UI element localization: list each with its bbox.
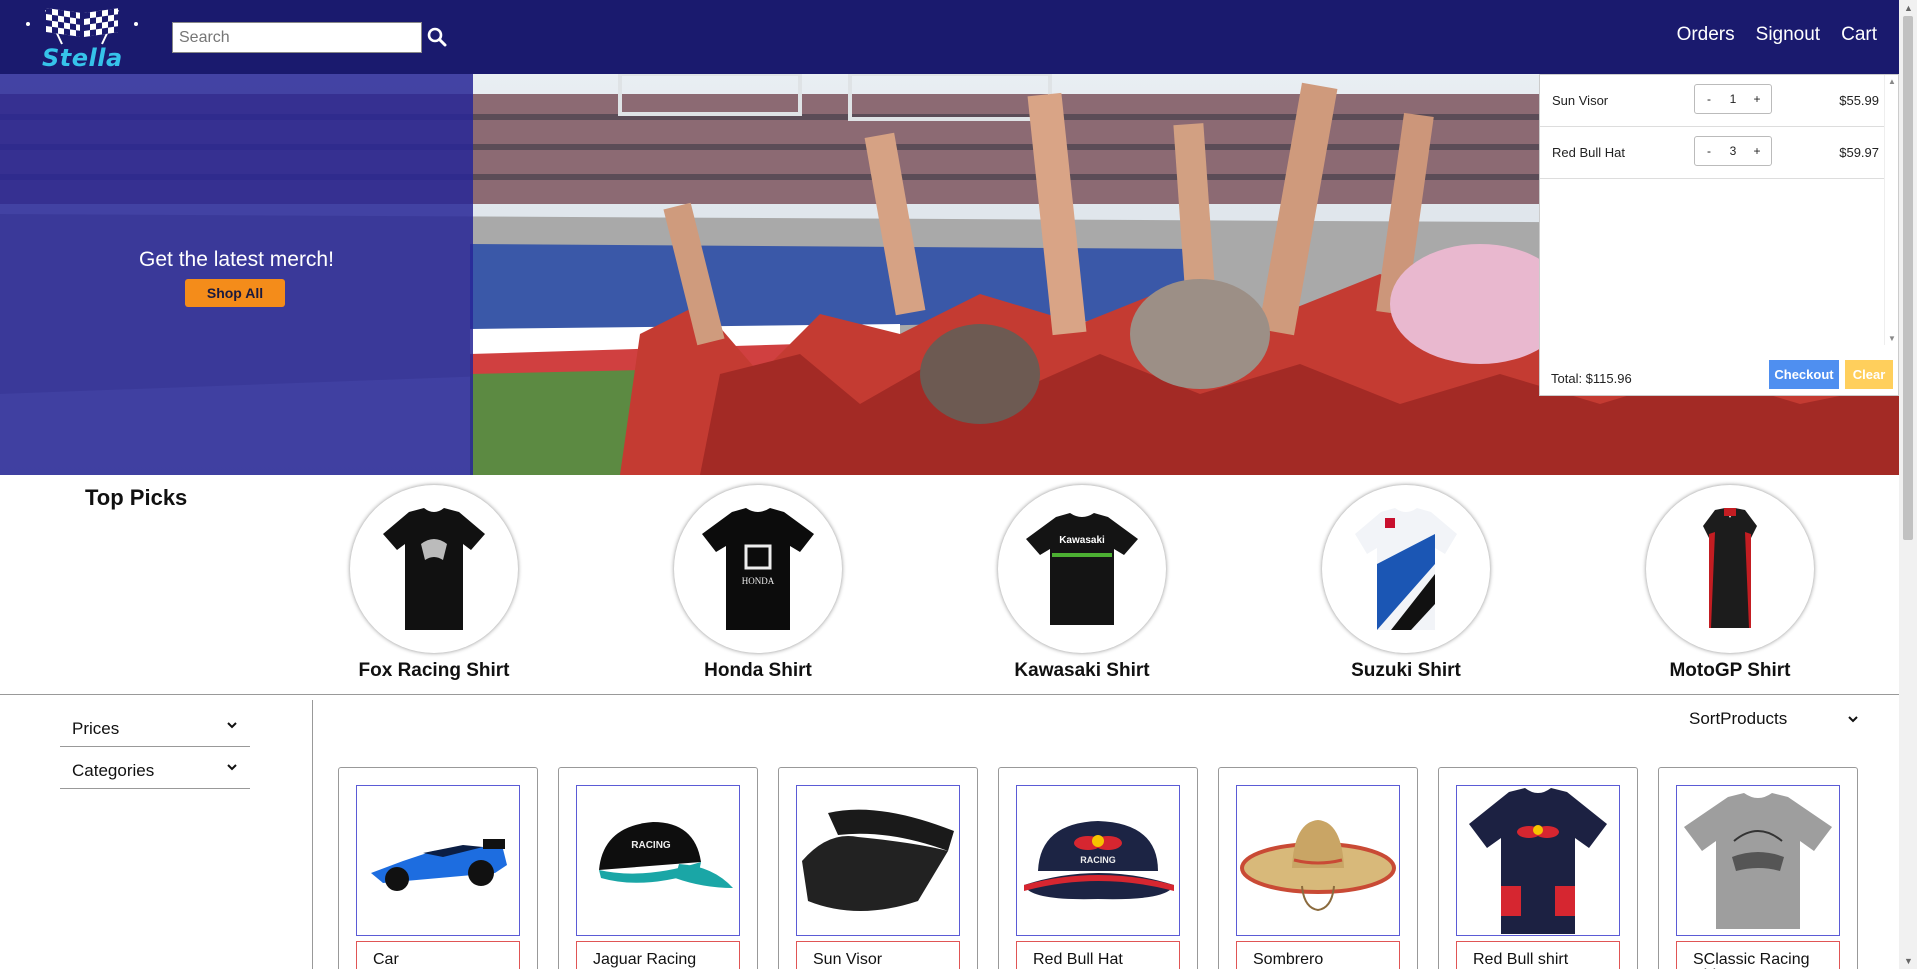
brand-logo[interactable]: Stella xyxy=(22,4,142,72)
quantity-stepper: - 3 + xyxy=(1694,136,1772,166)
sclassic-racing-shirt-icon[interactable] xyxy=(1676,785,1840,936)
scroll-down-arrow-icon[interactable]: ▼ xyxy=(1904,956,1913,966)
hero-overlay xyxy=(0,74,473,475)
checkout-button[interactable]: Checkout xyxy=(1769,360,1839,389)
brand-name: Stella xyxy=(42,44,123,72)
prices-filter-dropdown[interactable]: Prices xyxy=(60,707,250,747)
nav-cart-link[interactable]: Cart xyxy=(1841,24,1877,46)
top-picks-heading: Top Picks xyxy=(85,485,188,510)
red-bull-shirt-icon[interactable] xyxy=(1456,785,1620,936)
product-card[interactable]: Red Bull shirt xyxy=(1438,767,1638,969)
top-pick-label: Honda Shirt xyxy=(704,660,812,681)
quantity-value: 1 xyxy=(1729,92,1737,106)
cart-item-price: $59.97 xyxy=(1839,145,1879,160)
top-pick-item[interactable]: Suzuki Shirt xyxy=(1296,485,1516,682)
product-name: Sun Visor xyxy=(796,941,960,969)
search-button[interactable] xyxy=(425,24,449,50)
kawasaki-shirt-icon[interactable]: Kawasaki xyxy=(998,485,1166,653)
decrement-button[interactable]: - xyxy=(1700,92,1718,106)
top-pick-label: MotoGP Shirt xyxy=(1669,660,1791,681)
product-card[interactable]: RACING Red Bull Hat xyxy=(998,767,1198,969)
quantity-stepper: - 1 + xyxy=(1694,84,1772,114)
chevron-down-icon xyxy=(227,722,237,729)
fox-shirt-icon[interactable] xyxy=(350,485,518,653)
categories-filter-dropdown[interactable]: Categories xyxy=(60,749,250,789)
cart-item-price: $55.99 xyxy=(1839,93,1879,108)
nav-orders-link[interactable]: Orders xyxy=(1677,24,1735,46)
sort-products-label: SortProducts xyxy=(1689,709,1788,728)
top-pick-label: Kawasaki Shirt xyxy=(1014,660,1150,681)
decrement-button[interactable]: - xyxy=(1700,144,1718,158)
clear-cart-button[interactable]: Clear xyxy=(1845,360,1893,389)
shop-all-button[interactable]: Shop All xyxy=(185,279,285,307)
top-pick-item[interactable]: Fox Racing Shirt xyxy=(324,485,544,682)
cart-item: Red Bull Hat - 3 + $59.97 xyxy=(1540,127,1885,179)
cart-item-name: Sun Visor xyxy=(1552,93,1609,108)
top-pick-label: Fox Racing Shirt xyxy=(358,660,510,681)
product-card[interactable]: Sun Visor xyxy=(778,767,978,969)
product-name: Sombrero xyxy=(1236,941,1400,969)
sun-visor-icon[interactable] xyxy=(796,785,960,936)
top-pick-item[interactable]: Kawasaki Kawasaki Shirt xyxy=(972,485,1192,682)
scroll-down-arrow-icon[interactable]: ▼ xyxy=(1888,334,1896,343)
svg-text:HONDA: HONDA xyxy=(742,576,775,586)
svg-text:Kawasaki: Kawasaki xyxy=(1059,535,1105,546)
cart-item: Sun Visor - 1 + $55.99 xyxy=(1540,75,1885,127)
sort-products-dropdown[interactable]: SortProducts xyxy=(1689,707,1859,737)
sombrero-icon[interactable] xyxy=(1236,785,1400,936)
increment-button[interactable]: + xyxy=(1748,144,1766,158)
quantity-value: 3 xyxy=(1729,144,1737,158)
nav-links: Orders Signout Cart xyxy=(1677,24,1877,46)
top-pick-item[interactable]: HONDA Honda Shirt xyxy=(648,485,868,682)
page-scrollbar[interactable]: ▲ ▼ xyxy=(1899,0,1917,969)
cart-items-list[interactable]: Sun Visor - 1 + $55.99 Red Bull Hat - 3 … xyxy=(1540,75,1885,345)
product-card[interactable]: SClassic Racing Shirt xyxy=(1658,767,1858,969)
scrollbar-thumb[interactable] xyxy=(1903,16,1913,540)
top-navbar: Stella Orders Signout Cart xyxy=(0,0,1899,74)
increment-button[interactable]: + xyxy=(1748,92,1766,106)
section-divider xyxy=(0,694,1899,695)
top-pick-label: Suzuki Shirt xyxy=(1351,660,1461,681)
svg-text:RACING: RACING xyxy=(1080,855,1116,865)
product-card[interactable]: Sombrero xyxy=(1218,767,1418,969)
cart-scrollbar[interactable]: ▲ ▼ xyxy=(1884,75,1898,345)
sidebar-divider xyxy=(312,700,313,969)
top-pick-item[interactable]: MotoGP Shirt xyxy=(1620,485,1840,682)
motogp-shirt-icon[interactable] xyxy=(1646,485,1814,653)
scroll-up-arrow-icon[interactable]: ▲ xyxy=(1888,77,1896,86)
product-card[interactable]: RACING Jaguar Racing Cap xyxy=(558,767,758,969)
product-name: Red Bull Hat xyxy=(1016,941,1180,969)
product-name: Car xyxy=(356,941,520,969)
categories-filter-label: Categories xyxy=(72,761,155,780)
product-name: SClassic Racing Shirt xyxy=(1676,941,1840,969)
cart-item-name: Red Bull Hat xyxy=(1552,145,1625,160)
checkered-flags-icon xyxy=(26,7,138,45)
cart-panel: Sun Visor - 1 + $55.99 Red Bull Hat - 3 … xyxy=(1539,74,1899,396)
nav-signout-link[interactable]: Signout xyxy=(1756,24,1820,46)
product-card[interactable]: Car xyxy=(338,767,538,969)
product-name: Jaguar Racing Cap xyxy=(576,941,740,969)
honda-shirt-icon[interactable]: HONDA xyxy=(674,485,842,653)
race-car-icon[interactable] xyxy=(356,785,520,936)
cart-total: Total: $115.96 xyxy=(1551,371,1632,386)
product-name: Red Bull shirt xyxy=(1456,941,1620,969)
scroll-up-arrow-icon[interactable]: ▲ xyxy=(1904,3,1913,13)
prices-filter-label: Prices xyxy=(72,719,120,738)
jaguar-racing-cap-icon[interactable]: RACING xyxy=(576,785,740,936)
svg-text:RACING: RACING xyxy=(631,840,671,851)
page: Stella Orders Signout Cart xyxy=(0,0,1917,969)
chevron-down-icon xyxy=(227,764,237,771)
chevron-down-icon xyxy=(1848,716,1858,723)
red-bull-hat-icon[interactable]: RACING xyxy=(1016,785,1180,936)
hero-title: Get the latest merch! xyxy=(139,248,334,271)
search-input[interactable] xyxy=(172,22,422,53)
search-icon xyxy=(427,27,447,47)
suzuki-shirt-icon[interactable] xyxy=(1322,485,1490,653)
